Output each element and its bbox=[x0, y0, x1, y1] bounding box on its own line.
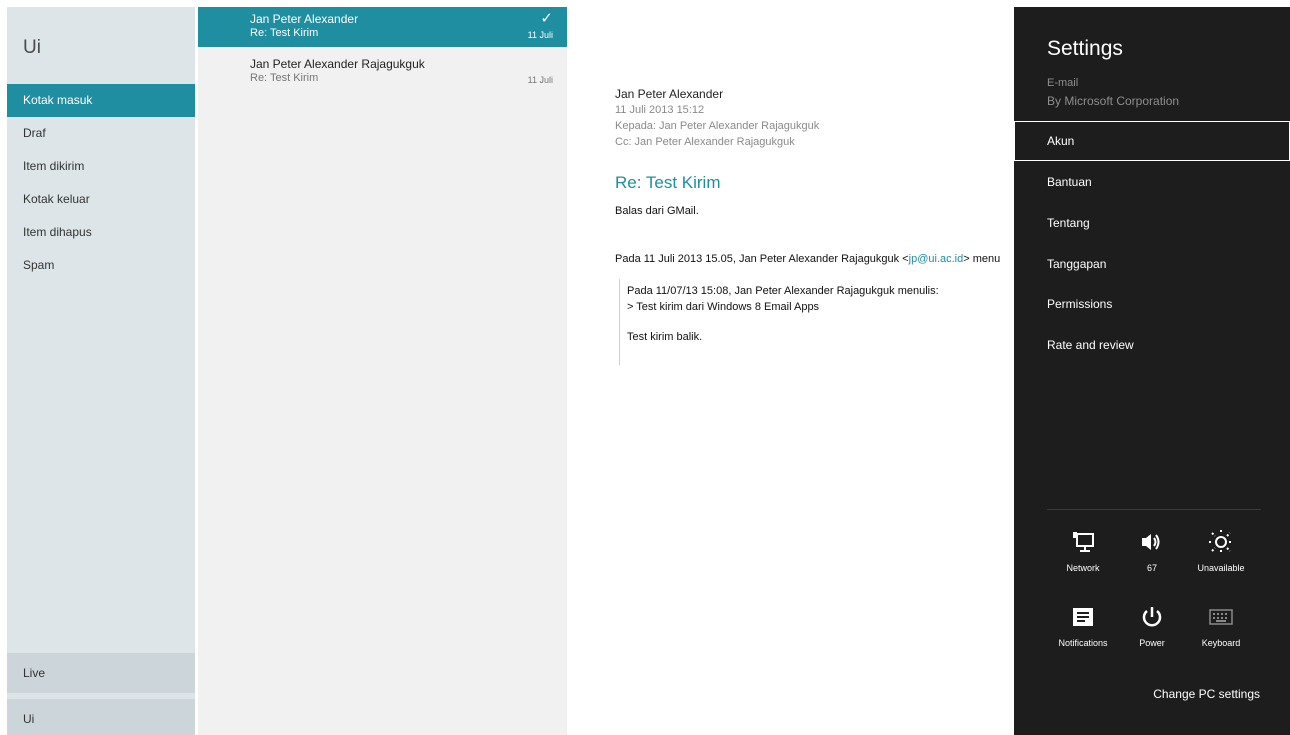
settings-app-name: E-mail bbox=[1047, 77, 1079, 89]
account-switch-live[interactable]: Live bbox=[7, 653, 195, 693]
folder-inbox[interactable]: Kotak masuk bbox=[7, 84, 195, 117]
settings-item-akun[interactable]: Akun bbox=[1014, 121, 1290, 161]
power-icon bbox=[1120, 602, 1184, 632]
settings-item-bantuan[interactable]: Bantuan bbox=[1014, 162, 1290, 202]
reply-header-suffix: > menu bbox=[963, 253, 1001, 265]
reader-to[interactable]: Kepada: Jan Peter Alexander Rajagukguk bbox=[615, 120, 819, 132]
notifications-icon bbox=[1051, 602, 1115, 632]
brightness-icon bbox=[1189, 527, 1253, 557]
reader-datetime: 11 Juli 2013 15:12 bbox=[615, 104, 705, 116]
settings-item-rate-review[interactable]: Rate and review bbox=[1014, 325, 1290, 365]
settings-charm: Settings E-mail By Microsoft Corporation… bbox=[1014, 7, 1290, 735]
quote-line: Pada 11/07/13 15:08, Jan Peter Alexander… bbox=[627, 285, 939, 297]
reader-cc[interactable]: Cc: Jan Peter Alexander Rajagukguk bbox=[615, 136, 795, 148]
message-subject: Re: Test Kirim bbox=[250, 27, 319, 39]
checkmark-icon[interactable]: ✓ bbox=[540, 9, 553, 27]
folder-sent[interactable]: Item dikirim bbox=[7, 150, 195, 183]
quoted-block: Pada 11/07/13 15:08, Jan Peter Alexander… bbox=[619, 279, 1009, 365]
folder-deleted[interactable]: Item dihapus bbox=[7, 216, 195, 249]
quick-power-button[interactable]: Power bbox=[1120, 602, 1184, 648]
quick-brightness-button[interactable]: Unavailable bbox=[1189, 527, 1253, 573]
quick-label: Keyboard bbox=[1201, 638, 1241, 648]
folder-drafts[interactable]: Draf bbox=[7, 117, 195, 150]
reader-reply-header: Pada 11 Juli 2013 15.05, Jan Peter Alexa… bbox=[615, 253, 1000, 265]
reader-subject: Re: Test Kirim bbox=[615, 173, 721, 192]
network-icon bbox=[1051, 527, 1115, 557]
quick-notifications-button[interactable]: Notifications bbox=[1051, 602, 1115, 648]
message-sender: Jan Peter Alexander Rajagukguk bbox=[250, 57, 425, 71]
settings-item-tentang[interactable]: Tentang bbox=[1014, 203, 1290, 243]
folder-spam[interactable]: Spam bbox=[7, 249, 195, 282]
quick-label: 67 bbox=[1146, 563, 1157, 573]
reading-pane: Jan Peter Alexander 11 Juli 2013 15:12 K… bbox=[567, 7, 1014, 735]
mail-app-window: Ui Kotak masuk Draf Item dikirim Kotak k… bbox=[0, 0, 1290, 735]
quote-line: Test kirim balik. bbox=[627, 331, 703, 343]
message-date: 11 Juli bbox=[527, 75, 553, 85]
quick-volume-button[interactable]: 67 bbox=[1120, 527, 1184, 573]
message-list: Jan Peter Alexander Re: Test Kirim ✓ 11 … bbox=[198, 7, 567, 735]
message-list-item[interactable]: Jan Peter Alexander Rajagukguk Re: Test … bbox=[198, 52, 567, 92]
folder-outbox[interactable]: Kotak keluar bbox=[7, 183, 195, 216]
settings-item-tanggapan[interactable]: Tanggapan bbox=[1014, 244, 1290, 284]
keyboard-icon bbox=[1189, 602, 1253, 632]
message-list-item[interactable]: Jan Peter Alexander Re: Test Kirim ✓ 11 … bbox=[198, 7, 567, 47]
quick-label: Network bbox=[1066, 563, 1100, 573]
change-pc-settings-link[interactable]: Change PC settings bbox=[1153, 687, 1260, 701]
reply-header-prefix: Pada 11 Juli 2013 15.05, Jan Peter Alexa… bbox=[615, 253, 909, 265]
quick-label: Power bbox=[1139, 638, 1165, 648]
volume-icon bbox=[1120, 527, 1184, 557]
folder-pane: Ui Kotak masuk Draf Item dikirim Kotak k… bbox=[7, 7, 195, 735]
quick-network-button[interactable]: Network bbox=[1051, 527, 1115, 573]
settings-title: Settings bbox=[1047, 37, 1123, 60]
message-date: 11 Juli bbox=[527, 30, 553, 40]
account-title: Ui bbox=[23, 37, 41, 58]
message-subject: Re: Test Kirim bbox=[250, 72, 319, 84]
settings-item-permissions[interactable]: Permissions bbox=[1014, 284, 1290, 324]
quick-keyboard-button[interactable]: Keyboard bbox=[1189, 602, 1253, 648]
quick-label: Unavailable bbox=[1197, 563, 1245, 573]
account-switch-ui[interactable]: Ui bbox=[7, 699, 195, 735]
quote-line: > Test kirim dari Windows 8 Email Apps bbox=[627, 301, 820, 313]
reader-body-line: Balas dari GMail. bbox=[615, 205, 699, 217]
email-link[interactable]: jp@ui.ac.id bbox=[909, 253, 964, 265]
message-sender: Jan Peter Alexander bbox=[250, 12, 359, 26]
reader-sender: Jan Peter Alexander bbox=[615, 87, 724, 101]
divider bbox=[1047, 509, 1261, 510]
quick-label: Notifications bbox=[1058, 638, 1108, 648]
settings-publisher: By Microsoft Corporation bbox=[1047, 94, 1180, 108]
